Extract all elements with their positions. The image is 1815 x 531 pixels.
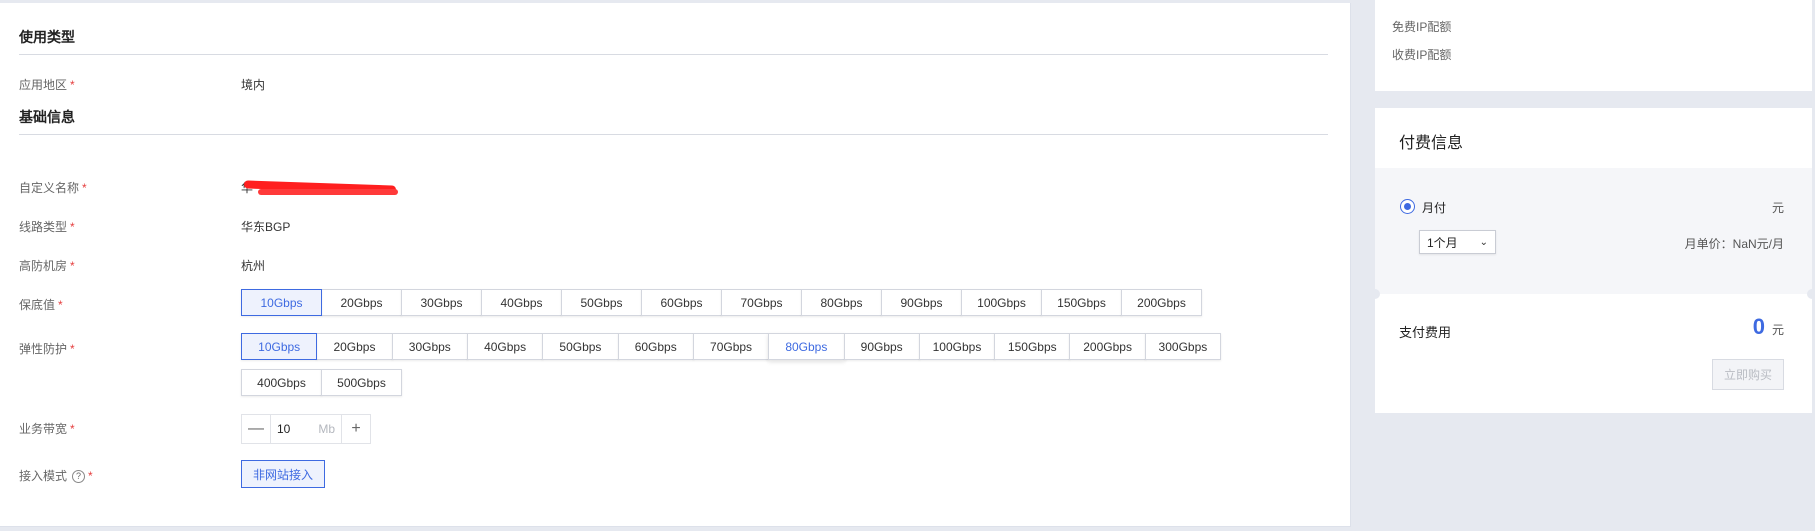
option-40gbps[interactable]: 40Gbps <box>466 333 544 360</box>
option-60gbps[interactable]: 60Gbps <box>641 289 722 316</box>
total-value: 0 <box>1752 314 1765 339</box>
bandwidth-value: 10 <box>277 422 291 436</box>
option-row: 10Gbps 20Gbps 30Gbps 40Gbps 50Gbps 60Gbps 70Gb… <box>241 333 1222 360</box>
option-30gbps[interactable]: 30Gbps <box>391 333 468 360</box>
duration-select[interactable]: 1个月 ⌄ <box>1419 230 1496 254</box>
payment-title: 付费信息 <box>1399 135 1464 152</box>
option-60gbps[interactable]: 60Gbps <box>617 333 694 360</box>
option-10gbps[interactable]: 10Gbps <box>241 333 318 360</box>
divider <box>19 54 1328 55</box>
plus-button[interactable]: + <box>342 415 370 443</box>
option-500gbps[interactable]: 500Gbps <box>321 369 402 396</box>
monthly-radio[interactable] <box>1400 199 1415 214</box>
option-100gbps[interactable]: 100Gbps <box>918 333 996 360</box>
custom-name-label: 自定义名称 * <box>19 181 87 195</box>
option-300gbps[interactable]: 300Gbps <box>1144 333 1222 360</box>
option-150gbps[interactable]: 150Gbps <box>994 333 1071 360</box>
option-70gbps[interactable]: 70Gbps <box>692 333 770 360</box>
paid-ip-quota-label: 收费IP配额 <box>1392 48 1452 62</box>
quota-card: 免费IP配额 收费IP配额 <box>1375 0 1812 91</box>
option-30gbps[interactable]: 30Gbps <box>401 289 482 316</box>
unit-price: 月单价：NaN元/月 <box>1684 237 1784 251</box>
option-50gbps[interactable]: 50Gbps <box>542 333 619 360</box>
divider <box>19 134 1328 135</box>
option-200gbps[interactable]: 200Gbps <box>1121 289 1202 316</box>
price-unit: 元 <box>1771 201 1784 215</box>
option-90gbps[interactable]: 90Gbps <box>881 289 962 316</box>
chevron-down-icon: ⌄ <box>1479 236 1488 248</box>
option-10gbps[interactable]: 10Gbps <box>241 289 322 316</box>
option-150gbps[interactable]: 150Gbps <box>1041 289 1122 316</box>
option-row: 10Gbps 20Gbps 30Gbps 40Gbps 50Gbps 60Gbps 70Gb… <box>241 289 1221 316</box>
total-currency: 元 <box>1771 323 1784 337</box>
option-200gbps[interactable]: 200Gbps <box>1069 333 1146 360</box>
bandwidth-label: 业务带宽 * <box>19 422 75 436</box>
option-400gbps[interactable]: 400Gbps <box>241 369 322 396</box>
minus-button[interactable]: — <box>242 415 270 443</box>
bandwidth-unit: Mb <box>318 422 335 436</box>
option-90gbps[interactable]: 90Gbps <box>843 333 920 360</box>
option-20gbps[interactable]: 20Gbps <box>321 289 402 316</box>
region-label: 应用地区 * <box>19 78 75 92</box>
bandwidth-stepper: — 10 Mb + <box>241 414 371 444</box>
billing-option-box: 月付 元 1个月 ⌄ 月单价：NaN元/月 <box>1375 168 1812 294</box>
line-type-value: 华东BGP <box>241 220 291 234</box>
base-protect-label: 保底值 * <box>19 298 63 312</box>
option-40gbps[interactable]: 40Gbps <box>481 289 562 316</box>
option-row: 400Gbps 500Gbps <box>241 369 1221 396</box>
duration-value: 1个月 <box>1427 235 1458 250</box>
monthly-label[interactable]: 月付 <box>1422 199 1446 216</box>
room-label: 高防机房 * <box>19 259 75 273</box>
access-mode-label: 接入模式? * <box>19 469 93 484</box>
section-title-usage: 使用类型 <box>19 29 75 45</box>
card-notch <box>1807 289 1815 299</box>
option-50gbps[interactable]: 50Gbps <box>561 289 642 316</box>
section-title-basic: 基础信息 <box>19 109 75 125</box>
line-type-label: 线路类型 * <box>19 220 75 234</box>
room-value: 杭州 <box>241 259 266 273</box>
bandwidth-input[interactable]: 10 Mb <box>270 415 342 443</box>
buy-now-button[interactable]: 立即购买 <box>1712 359 1784 390</box>
payment-card: 付费信息 月付 元 1个月 ⌄ 月单价：NaN元/月 支付费用 0 元 立即购买 <box>1370 108 1815 413</box>
order-form-panel: 使用类型 应用地区* 境内 基础信息 自定义名称* 华 线路类型* 华东BGP … <box>0 3 1351 527</box>
help-icon[interactable]: ? <box>72 470 86 484</box>
base-protect-options: 10Gbps 20Gbps 30Gbps 40Gbps 50Gbps 60Gbps 70Gb… <box>241 289 1221 316</box>
option-70gbps[interactable]: 70Gbps <box>721 289 802 316</box>
access-mode-option[interactable]: 非网站接入 <box>241 460 326 488</box>
free-ip-quota-label: 免费IP配额 <box>1392 20 1452 34</box>
total-amount: 0 元 <box>1753 314 1784 340</box>
card-notch <box>1370 289 1380 299</box>
elastic-protect-options: 10Gbps 20Gbps 30Gbps 40Gbps 50Gbps 60Gbps 70Gb… <box>241 333 1222 396</box>
elastic-protect-label: 弹性防护 * <box>19 342 75 356</box>
region-value: 境内 <box>241 78 266 92</box>
total-label: 支付费用 <box>1399 325 1452 340</box>
redaction-mark <box>258 189 398 195</box>
option-20gbps[interactable]: 20Gbps <box>316 333 393 360</box>
option-100gbps[interactable]: 100Gbps <box>961 289 1042 316</box>
option-80gbps[interactable]: 80Gbps <box>801 289 882 316</box>
radio-dot <box>1404 203 1411 210</box>
option-80gbps[interactable]: 80Gbps <box>768 333 845 360</box>
